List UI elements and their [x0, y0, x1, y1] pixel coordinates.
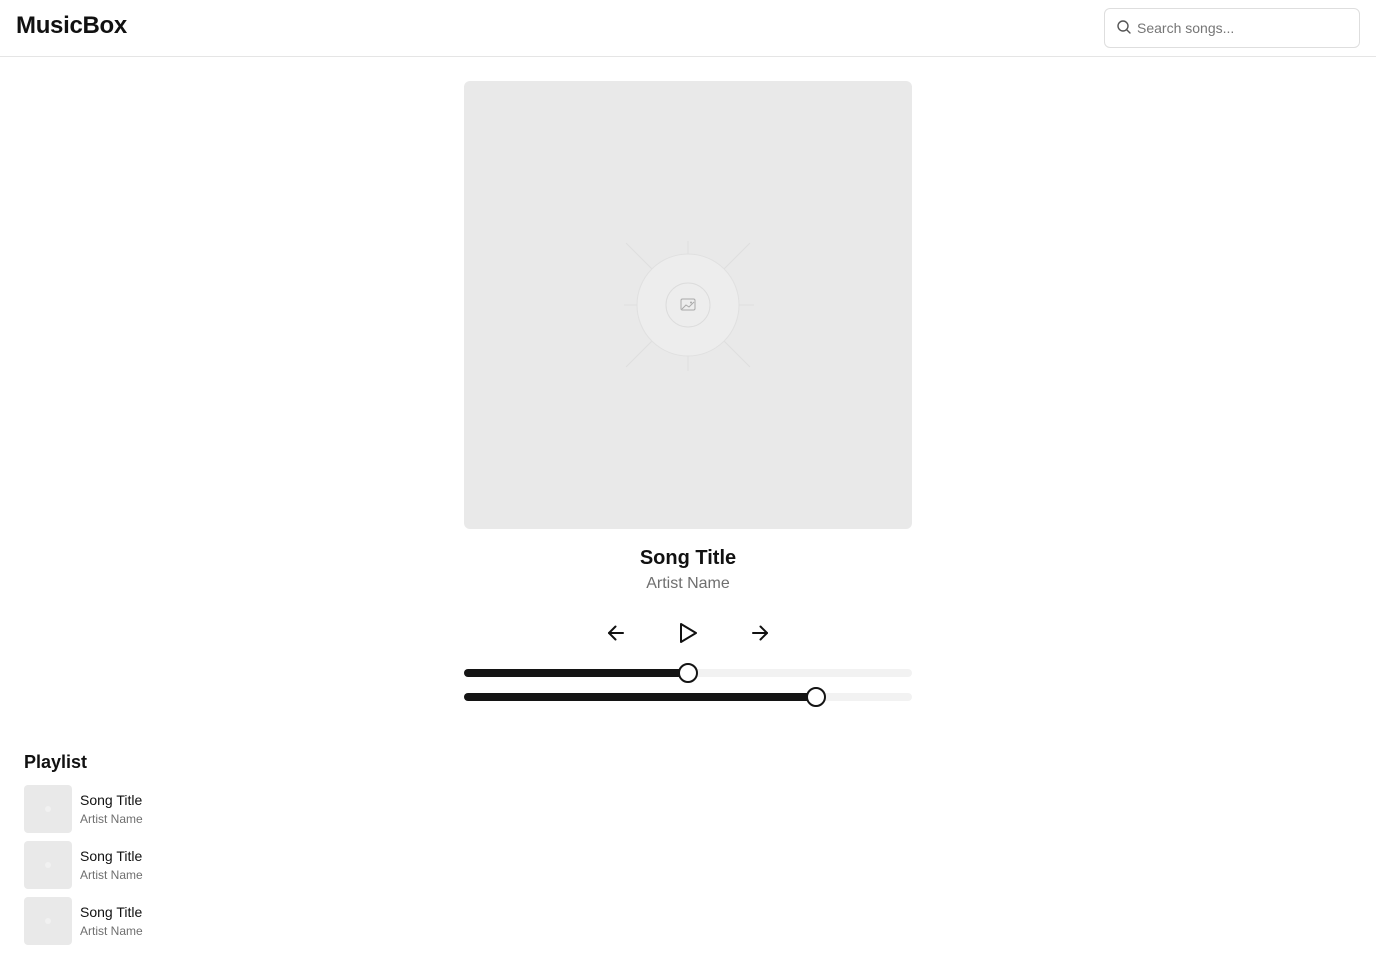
arrow-left-icon — [608, 625, 624, 641]
now-playing-title: Song Title — [639, 547, 737, 569]
app-header: MusicBox — [0, 0, 1376, 57]
search-icon — [1116, 19, 1132, 35]
song-thumbnail — [24, 841, 72, 889]
now-playing-artist: Artist Name — [646, 575, 730, 592]
song-thumbnail — [24, 785, 72, 833]
progress-fill — [464, 669, 688, 677]
progress-slider[interactable] — [464, 663, 912, 683]
previous-button[interactable] — [601, 618, 631, 648]
song-artist: Artist Name — [80, 812, 143, 826]
album-artwork — [464, 81, 912, 529]
song-artist: Artist Name — [80, 924, 143, 938]
volume-slider[interactable] — [464, 687, 912, 707]
song-title: Song Title — [80, 848, 143, 864]
playlist-heading: Playlist — [24, 752, 88, 772]
app-logo: MusicBox — [16, 12, 127, 39]
playlist: Song Title Artist Name Song Title Artist… — [24, 785, 424, 953]
play-icon — [680, 623, 697, 643]
search-input[interactable] — [1137, 9, 1353, 47]
image-placeholder-icon — [624, 241, 754, 371]
arrow-right-icon — [752, 625, 768, 641]
progress-thumb[interactable] — [678, 663, 698, 683]
song-artist: Artist Name — [80, 868, 143, 882]
song-thumbnail — [24, 897, 72, 945]
playlist-item[interactable]: Song Title Artist Name — [24, 785, 424, 833]
song-title: Song Title — [80, 904, 143, 920]
song-title: Song Title — [80, 792, 143, 808]
playlist-item[interactable]: Song Title Artist Name — [24, 897, 424, 945]
playlist-item[interactable]: Song Title Artist Name — [24, 841, 424, 889]
play-button[interactable] — [673, 618, 703, 648]
volume-thumb[interactable] — [806, 687, 827, 707]
search-box[interactable] — [1104, 8, 1360, 48]
next-button[interactable] — [745, 618, 775, 648]
volume-fill — [464, 693, 817, 701]
